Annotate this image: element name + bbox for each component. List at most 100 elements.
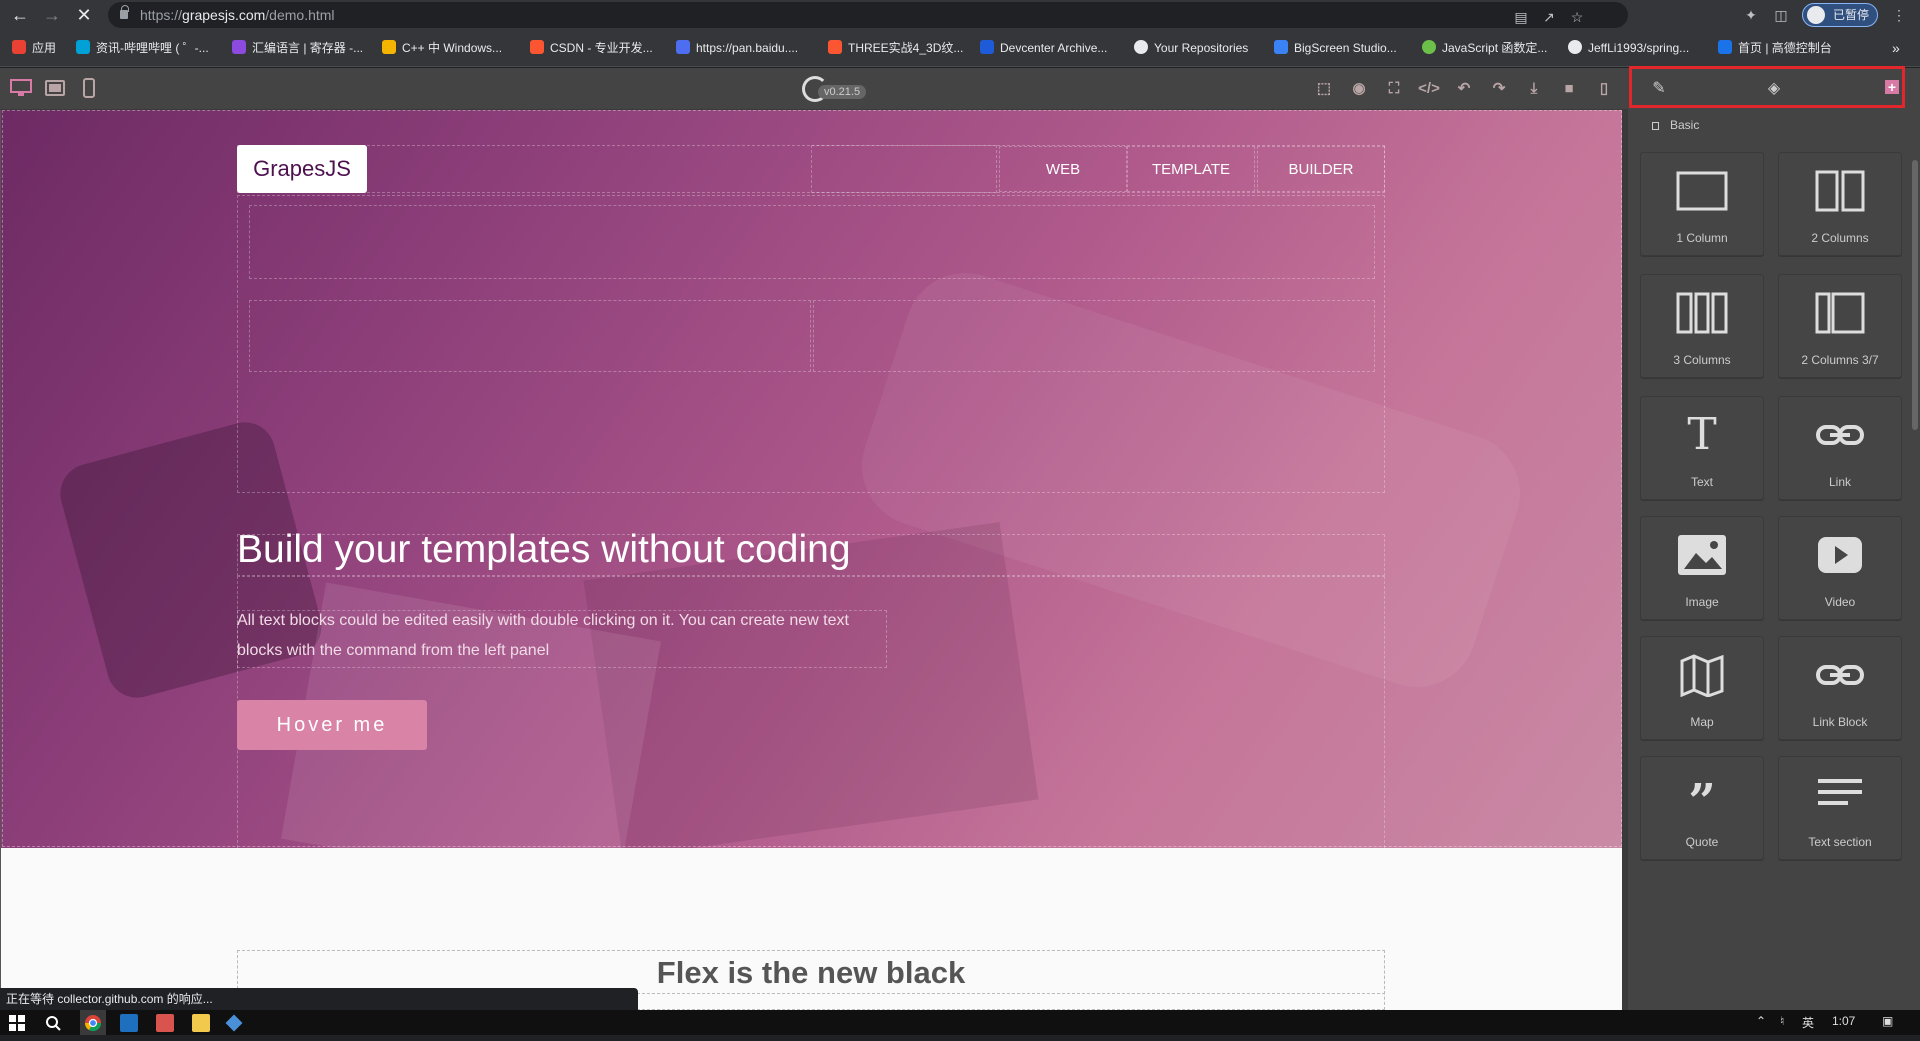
block-text[interactable]: T Text [1640, 396, 1764, 500]
block-label: Quote [1685, 835, 1719, 849]
preview-eye-icon[interactable]: ◉ [1347, 78, 1371, 100]
apps-grid-icon [12, 40, 26, 54]
block-link[interactable]: Link [1778, 396, 1902, 500]
bookmark-item[interactable]: THREE实战4_3D纹... [828, 30, 963, 67]
windows-start-icon[interactable] [8, 1014, 26, 1032]
block-text-section[interactable]: Text section [1778, 756, 1902, 860]
bookmark-item[interactable]: 首页 | 高德控制台 [1718, 30, 1832, 67]
menu-item-template[interactable]: TEMPLATE [1127, 146, 1255, 192]
bookmark-star-icon[interactable]: ☆ [1566, 6, 1588, 28]
back-icon[interactable]: ← [8, 3, 32, 27]
bookmark-item[interactable]: C++ 中 Windows... [382, 30, 502, 67]
share-icon[interactable]: ↗ [1538, 6, 1560, 28]
tray-chevron-icon[interactable]: ⌃ [1756, 1014, 1766, 1028]
bookmark-item[interactable]: 资讯-哔哩哔哩 ( ゜-... [76, 30, 209, 67]
editor-toolbar: v0.21.5 ⬚ ◉ ⛶ </> ↶ ↷ ⤓ ■ ▯ [0, 68, 1628, 110]
undo-icon[interactable]: ↶ [1452, 78, 1476, 100]
block-category-title[interactable]: Basic [1670, 118, 1699, 132]
notification-icon[interactable]: ▣ [1882, 1014, 1893, 1028]
desktop-device-icon[interactable] [10, 78, 32, 98]
open-blocks-plus-icon[interactable]: + [1885, 80, 1899, 94]
hover-me-button[interactable]: Hover me [237, 700, 427, 750]
fullscreen-icon[interactable]: ⛶ [1382, 78, 1406, 100]
block-label: 2 Columns [1811, 231, 1869, 245]
bookmark-item[interactable]: https://pan.baidu.... [676, 30, 798, 67]
forward-icon[interactable]: → [40, 3, 64, 27]
browser-menu-icon[interactable]: ⋮ [1888, 4, 1910, 26]
hero-text[interactable]: All text blocks could be edited easily w… [237, 606, 887, 666]
extensions-icon[interactable]: ✦ [1740, 4, 1762, 26]
profile-status: 已暂停 [1833, 8, 1870, 22]
ime-indicator[interactable]: 英 [1802, 1014, 1814, 1031]
empty-frame-icon[interactable]: ▯ [1592, 78, 1616, 100]
browser-toolbar: ← → ✕ https://grapesjs.com/demo.html ▤ ↗… [0, 0, 1920, 30]
bookmark-item[interactable]: Devcenter Archive... [980, 30, 1107, 67]
trash-icon[interactable]: ■ [1557, 78, 1581, 100]
bookmarks-overflow-icon[interactable]: » [1892, 30, 1900, 67]
profile-button[interactable]: 已暂停 [1802, 3, 1878, 27]
bookmark-item[interactable]: 汇编语言 | 寄存器 -... [232, 30, 363, 67]
block-3-columns[interactable]: 3 Columns [1640, 274, 1764, 378]
avatar [1807, 6, 1825, 24]
hero-title[interactable]: Build your templates without coding [237, 528, 851, 572]
mobile-device-icon[interactable] [78, 78, 100, 98]
block-2-columns[interactable]: 2 Columns [1778, 152, 1902, 256]
hero-section[interactable]: GrapesJS WEB TEMPLATE BUILDER Build your… [1, 110, 1622, 848]
text-icon: T [1687, 409, 1717, 460]
lock-icon [120, 5, 129, 19]
redo-icon[interactable]: ↷ [1487, 78, 1511, 100]
bookmark-item[interactable]: CSDN - 专业开发... [530, 30, 653, 67]
bookmark-item[interactable]: BigScreen Studio... [1274, 30, 1397, 67]
block-1-column[interactable]: 1 Column [1640, 152, 1764, 256]
tablet-device-icon[interactable] [44, 78, 66, 98]
volume-muted-icon[interactable]: ♮ [1780, 1014, 1784, 1028]
export-code-icon[interactable]: </> [1417, 78, 1441, 100]
baidu-pan-icon [676, 40, 690, 54]
app-icon[interactable] [156, 1014, 174, 1032]
two-columns-icon [1815, 170, 1865, 212]
site-favicon [980, 40, 994, 54]
bookmark-item[interactable]: JeffLi1993/spring... [1568, 30, 1689, 67]
side-panel-icon[interactable]: ◫ [1770, 4, 1792, 26]
block-label: Map [1690, 715, 1714, 729]
chrome-taskbar-item[interactable] [80, 1010, 106, 1035]
sw-visibility-icon[interactable]: ⬚ [1312, 78, 1336, 100]
brand-logo[interactable]: GrapesJS [237, 145, 367, 193]
text-section-icon [1818, 779, 1862, 805]
three-columns-icon [1676, 292, 1728, 334]
menu-item-builder[interactable]: BUILDER [1257, 146, 1385, 192]
block-video[interactable]: Video [1778, 516, 1902, 620]
header-cell[interactable] [811, 145, 997, 193]
bookmark-item[interactable]: Your Repositories [1134, 30, 1248, 67]
site-favicon [1274, 40, 1288, 54]
clock[interactable]: 1:07 [1832, 1014, 1855, 1028]
block-map[interactable]: Map [1640, 636, 1764, 740]
search-icon[interactable] [44, 1014, 62, 1032]
translate-icon[interactable]: ▤ [1510, 6, 1532, 28]
cell-placeholder[interactable] [813, 300, 1375, 372]
category-toggle-icon[interactable] [1652, 122, 1659, 130]
one-column-icon [1676, 171, 1728, 211]
app-icon[interactable] [225, 1014, 243, 1032]
import-download-icon[interactable]: ⤓ [1522, 78, 1546, 100]
block-link-block[interactable]: Link Block [1778, 636, 1902, 740]
webstorm-icon[interactable] [120, 1014, 138, 1032]
bilibili-icon [76, 40, 90, 54]
stop-loading-icon[interactable]: ✕ [72, 3, 96, 27]
block-label: Link [1828, 475, 1851, 489]
address-bar[interactable]: https://grapesjs.com/demo.html ▤ ↗ ☆ [108, 2, 1628, 28]
block-label: 3 Columns [1673, 353, 1731, 367]
url-text[interactable]: https://grapesjs.com/demo.html [140, 2, 335, 28]
editor-canvas[interactable]: GrapesJS WEB TEMPLATE BUILDER Build your… [0, 110, 1622, 1010]
file-explorer-icon[interactable] [192, 1014, 210, 1032]
blocks-scrollbar[interactable] [1912, 160, 1918, 430]
bookmark-item[interactable]: 应用 [12, 30, 56, 67]
bookmark-item[interactable]: JavaScript 函数定... [1422, 30, 1547, 67]
menu-item-web[interactable]: WEB [999, 146, 1127, 192]
block-2-columns-3-7[interactable]: 2 Columns 3/7 [1778, 274, 1902, 378]
link-block-icon [1816, 665, 1864, 685]
cell-placeholder[interactable] [249, 300, 811, 372]
chrome-icon [84, 1015, 102, 1032]
block-image[interactable]: Image [1640, 516, 1764, 620]
block-quote[interactable]: ” Quote [1640, 756, 1764, 860]
